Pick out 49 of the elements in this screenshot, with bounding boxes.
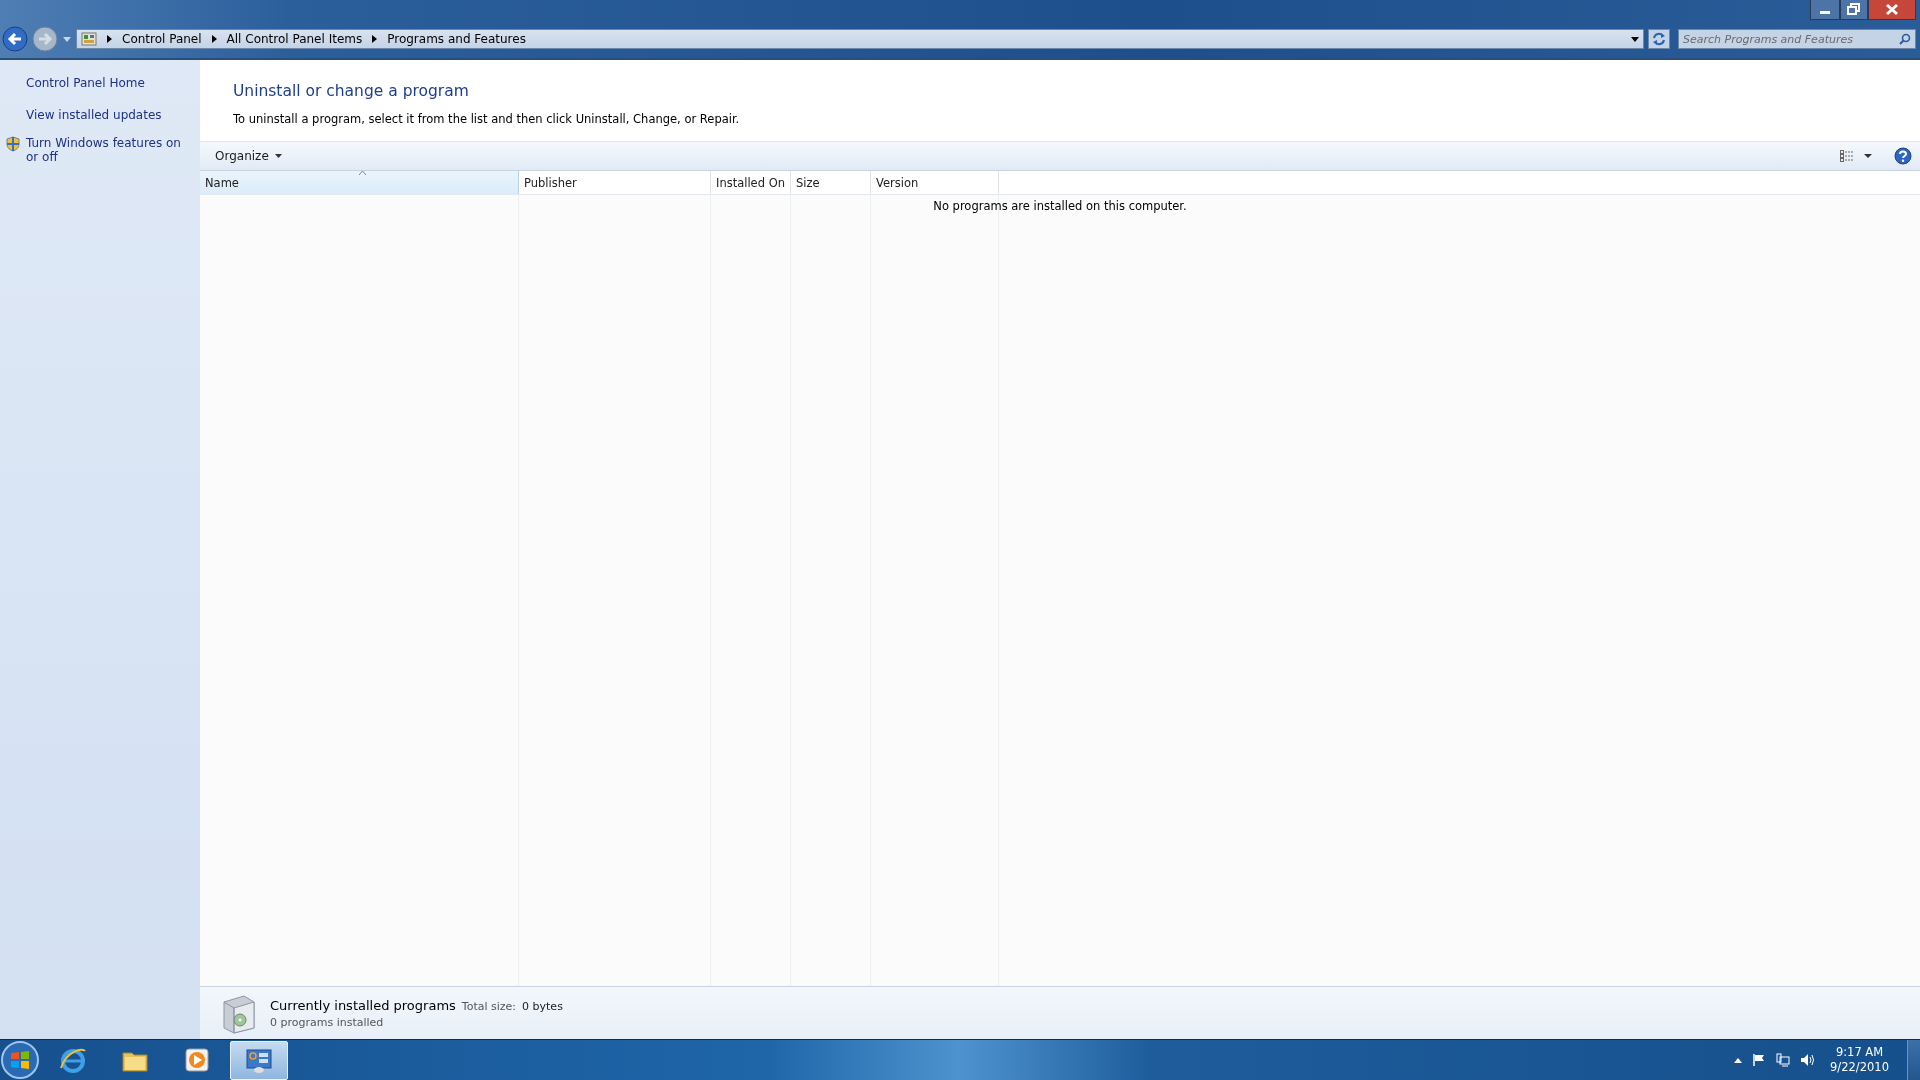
clock[interactable]: 9:17 AM 9/22/2010 [1830, 1045, 1889, 1075]
taskbar-button[interactable] [230, 1040, 288, 1080]
clock-date: 9/22/2010 [1830, 1060, 1889, 1075]
page-title: Uninstall or change a program [233, 82, 470, 100]
back-icon[interactable] [2, 26, 28, 52]
column-header[interactable]: Publisher [519, 171, 711, 194]
sidebar-link[interactable]: Turn Windows features on or off [26, 136, 188, 164]
help-icon[interactable] [1894, 147, 1912, 165]
program-count: 0 programs installed [270, 1015, 385, 1029]
breadcrumb-item[interactable]: Programs and Features [387, 32, 526, 46]
chevron-icon[interactable] [372, 35, 378, 43]
column-header[interactable]: Installed On [711, 171, 791, 194]
play-icon [183, 1046, 211, 1074]
breadcrumb-item[interactable]: All Control Panel Items [226, 32, 363, 46]
total-size-label: Total size: [461, 999, 517, 1013]
search-field[interactable]: Search Programs and Features [1678, 29, 1916, 49]
volume-icon[interactable] [1800, 1053, 1817, 1067]
dropdown-icon[interactable] [1631, 36, 1639, 42]
breadcrumb-item[interactable]: Control Panel [122, 32, 202, 46]
flag-icon[interactable] [1752, 1053, 1767, 1067]
organize-button[interactable]: Organize [213, 146, 284, 166]
start-icon[interactable] [0, 1040, 40, 1080]
sidebar-link[interactable]: View installed updates [26, 108, 162, 122]
sidebar-link[interactable]: Control Panel Home [26, 76, 145, 90]
column-header[interactable]: Name [200, 171, 519, 194]
refresh-icon[interactable] [1648, 29, 1670, 49]
control-panel-icon [245, 1046, 273, 1074]
address-bar[interactable]: Control Panel All Control Panel Items Programs and Features [76, 29, 1644, 49]
control-panel-icon [81, 32, 97, 46]
minimize-icon[interactable] [1810, 0, 1840, 20]
column-header[interactable]: Version [871, 171, 999, 194]
close-icon[interactable] [1868, 0, 1916, 20]
details-title: Currently installed programs [270, 997, 456, 1013]
chevron-icon[interactable] [107, 35, 112, 43]
empty-list-message: No programs are installed on this computer. [932, 199, 1188, 213]
instructions-text: To uninstall a program, select it from the list and then click Uninstall, Change, or Repair. [233, 112, 741, 126]
up-arrow-icon[interactable] [1734, 1057, 1743, 1063]
clock-time: 9:17 AM [1835, 1045, 1884, 1060]
total-size-value: 0 bytes [522, 999, 563, 1013]
browser-icon [59, 1046, 87, 1074]
caret-icon[interactable] [1864, 154, 1872, 158]
shield-icon [6, 136, 20, 152]
search-icon[interactable] [1899, 33, 1911, 45]
column-header[interactable]: Size [791, 171, 871, 194]
caret-icon [274, 154, 282, 158]
network-icon[interactable] [1776, 1053, 1791, 1067]
chevron-icon[interactable] [211, 35, 217, 43]
maximize-icon[interactable] [1840, 0, 1868, 20]
details-view-icon[interactable] [1840, 150, 1854, 162]
